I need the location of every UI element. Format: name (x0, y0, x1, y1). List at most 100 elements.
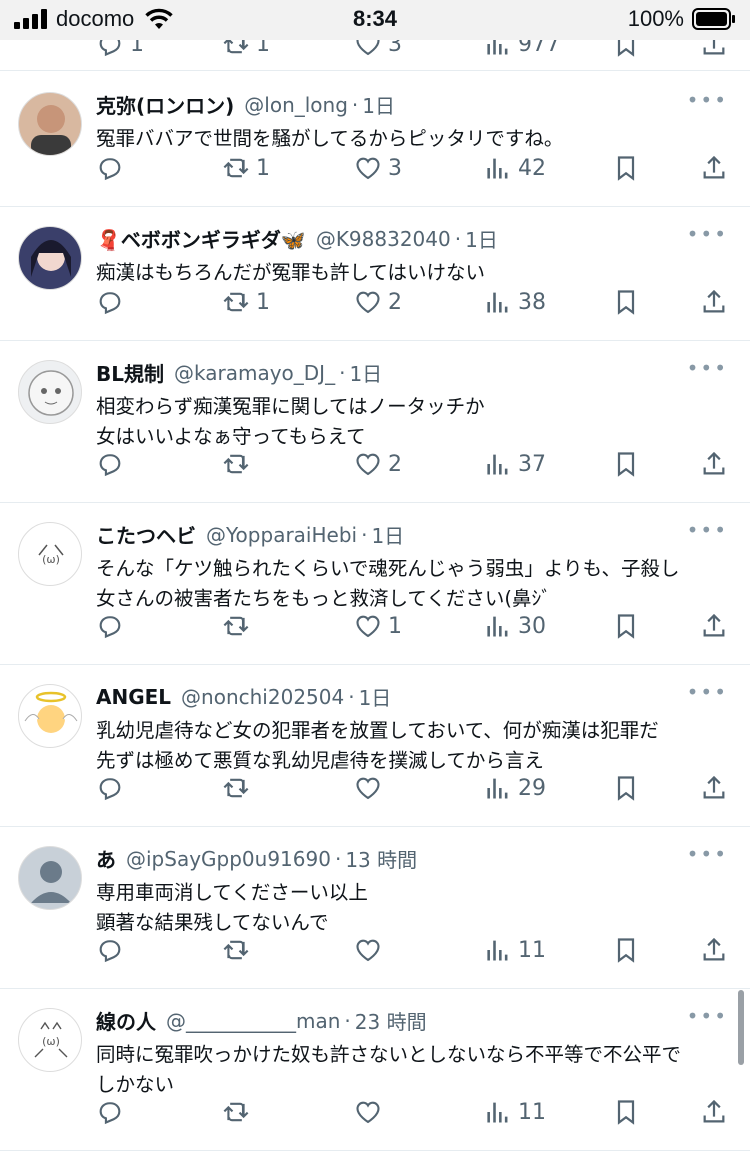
views-button[interactable]: 38 (484, 288, 546, 316)
share-button[interactable] (700, 774, 728, 802)
share-button[interactable] (700, 288, 728, 316)
separator-dot: · (339, 360, 346, 385)
display-name[interactable]: 線の人 (96, 1006, 156, 1035)
like-button[interactable] (354, 1098, 388, 1126)
retweet-button[interactable] (222, 612, 256, 640)
tweet-item[interactable]: 🧣ベボボンギラギダ🦋 @K98832040 · 1日 ••• 痴漢はもちろんだが… (0, 206, 750, 341)
like-button[interactable] (354, 936, 388, 964)
reply-button[interactable] (96, 774, 130, 802)
more-options-icon[interactable]: ••• (687, 222, 728, 246)
user-handle[interactable]: @K98832040 (316, 227, 451, 251)
more-options-icon[interactable]: ••• (687, 518, 728, 542)
tweet-time[interactable]: 1日 (349, 358, 382, 387)
share-icon (703, 289, 725, 313)
views-button[interactable]: 29 (484, 774, 546, 802)
tweet-text: そんな「ケツ触られたくらいで魂死んじゃう弱虫」よりも、子殺し 女さんの被害者たちを… (96, 554, 726, 614)
reply-button[interactable] (96, 288, 130, 316)
reply-button[interactable] (96, 936, 130, 964)
views-button[interactable]: 42 (484, 154, 546, 182)
like-button[interactable] (354, 774, 388, 802)
bookmark-button[interactable] (612, 154, 640, 182)
more-options-icon[interactable]: ••• (687, 842, 728, 866)
share-button[interactable] (700, 1098, 728, 1126)
avatar[interactable] (18, 846, 82, 910)
reply-button[interactable] (96, 612, 130, 640)
user-handle[interactable]: @YopparaiHebi (206, 523, 357, 547)
retweet-button[interactable] (222, 774, 256, 802)
heart-icon (356, 939, 380, 962)
more-options-icon[interactable]: ••• (687, 680, 728, 704)
user-handle[interactable]: @lon_long (244, 93, 348, 117)
bookmark-button[interactable] (612, 612, 640, 640)
user-handle[interactable]: @___________man (166, 1009, 340, 1033)
avatar[interactable] (18, 684, 82, 748)
tweet-time[interactable]: 1日 (359, 682, 392, 711)
bookmark-button[interactable] (612, 1098, 640, 1126)
views-button[interactable]: 30 (484, 612, 546, 640)
tweet-time[interactable]: 13 時間 (345, 844, 417, 873)
reply-button[interactable] (96, 450, 130, 478)
like-button[interactable]: 2 (354, 288, 402, 316)
retweet-button[interactable]: 1 (222, 288, 270, 316)
reply-button[interactable] (96, 1098, 130, 1126)
bookmark-button[interactable] (612, 774, 640, 802)
user-handle[interactable]: @ipSayGpp0u91690 (126, 847, 331, 871)
display-name[interactable]: BL規制 (96, 358, 164, 387)
share-button[interactable] (700, 612, 728, 640)
bookmark-button[interactable] (612, 288, 640, 316)
more-options-icon[interactable]: ••• (687, 1004, 728, 1028)
tweet-item[interactable]: 克弥(ロンロン) @lon_long · 1日 ••• 冤罪ババアで世間を騒がし… (0, 72, 750, 207)
tweet-time[interactable]: 1日 (371, 520, 404, 549)
retweet-icon (223, 158, 249, 178)
display-name[interactable]: 🧣ベボボンギラギダ🦋 (96, 224, 306, 253)
tweet-item[interactable]: BL規制 @karamayo_DJ_ · 1日 ••• 相変わらず痴漢冤罪に関し… (0, 340, 750, 503)
tweet-time[interactable]: 1日 (465, 224, 498, 253)
tweet-header: 克弥(ロンロン) @lon_long · 1日 (96, 90, 395, 119)
like-button[interactable]: 3 (354, 154, 402, 182)
display-name[interactable]: こたつヘビ (96, 520, 196, 549)
views-count: 38 (518, 289, 546, 315)
share-button[interactable] (700, 154, 728, 182)
more-options-icon[interactable]: ••• (687, 356, 728, 380)
bookmark-button[interactable] (612, 450, 640, 478)
tweet-actions: 29 (0, 768, 750, 808)
views-icon (487, 158, 508, 179)
reply-icon (99, 158, 121, 181)
tweet-item[interactable]: (ω) 線の人 @___________man · 23 時間 ••• 同時に冤… (0, 988, 750, 1151)
like-count: 3 (388, 155, 402, 181)
tweet-time[interactable]: 1日 (362, 90, 395, 119)
avatar[interactable]: (ω) (18, 1008, 82, 1072)
avatar[interactable] (18, 92, 82, 156)
reply-icon (99, 1102, 121, 1125)
display-name[interactable]: 克弥(ロンロン) (96, 90, 234, 119)
views-button[interactable]: 11 (484, 936, 546, 964)
display-name[interactable]: あ (96, 844, 116, 873)
scrollbar[interactable] (738, 990, 744, 1065)
heart-icon (356, 291, 380, 314)
tweet-item[interactable]: ANGEL @nonchi202504 · 1日 ••• 乳幼児虐待など女の犯罪… (0, 664, 750, 827)
reply-button[interactable] (96, 154, 130, 182)
tweet-time[interactable]: 23 時間 (355, 1006, 427, 1035)
retweet-button[interactable]: 1 (222, 154, 270, 182)
avatar[interactable] (18, 226, 82, 290)
display-name[interactable]: ANGEL (96, 685, 171, 709)
like-button[interactable]: 1 (354, 612, 402, 640)
like-button[interactable]: 2 (354, 450, 402, 478)
retweet-button[interactable] (222, 1098, 256, 1126)
avatar[interactable] (18, 360, 82, 424)
tweet-text-line: 乳幼児虐待など女の犯罪者を放置しておいて、何が痴漢は犯罪だ (96, 719, 659, 742)
retweet-button[interactable] (222, 936, 256, 964)
tweet-item[interactable]: あ @ipSayGpp0u91690 · 13 時間 ••• 専用車両消してくだ… (0, 826, 750, 989)
tweet-item[interactable]: (ω) こたつヘビ @YopparaiHebi · 1日 ••• そんな「ケツ触… (0, 502, 750, 665)
views-button[interactable]: 11 (484, 1098, 546, 1126)
bookmark-button[interactable] (612, 936, 640, 964)
retweet-button[interactable] (222, 450, 256, 478)
user-handle[interactable]: @karamayo_DJ_ (174, 361, 335, 385)
avatar[interactable]: (ω) (18, 522, 82, 586)
views-button[interactable]: 37 (484, 450, 546, 478)
more-options-icon[interactable]: ••• (687, 88, 728, 112)
tweet-header: 線の人 @___________man · 23 時間 (96, 1006, 427, 1035)
user-handle[interactable]: @nonchi202504 (181, 685, 344, 709)
share-button[interactable] (700, 936, 728, 964)
share-button[interactable] (700, 450, 728, 478)
